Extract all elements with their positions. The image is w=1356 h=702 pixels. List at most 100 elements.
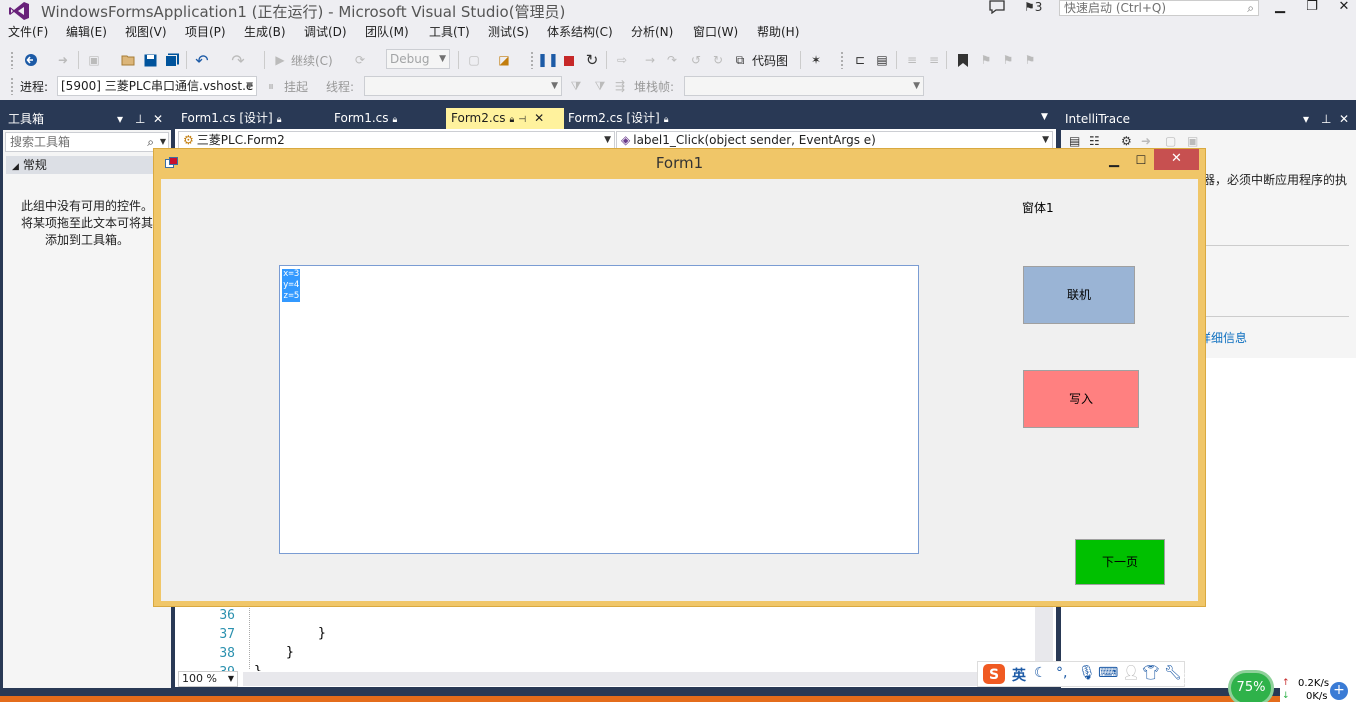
output-textbox[interactable]: x=3 y=4 z=5 [279,265,919,554]
restart-icon[interactable]: ↻ [584,51,600,69]
menu-build[interactable]: 生成(B) [244,23,286,40]
pause-icon[interactable]: ❚❚ [537,51,559,69]
menu-analyze[interactable]: 分析(N) [631,23,673,40]
filter-clear-icon[interactable]: ⧩ [592,77,608,95]
undo-icon[interactable]: ↶ [194,51,210,70]
refresh-icon[interactable]: ⟳ [352,51,368,69]
vertical-scrollbar[interactable] [1035,599,1053,669]
horizontal-scrollbar[interactable] [243,672,1033,686]
save-icon[interactable] [142,51,158,69]
pin-icon[interactable]: ⊥ [135,108,145,130]
open-file-icon[interactable] [120,51,136,69]
chevron-down-icon[interactable]: ▾ [117,108,123,130]
notification-icon[interactable] [988,0,1006,14]
menu-window[interactable]: 窗口(W) [693,23,738,40]
continue-icon[interactable]: ▶ [273,51,287,69]
next-page-button[interactable]: 下一页 [1075,539,1165,585]
open-icon[interactable]: ▢ [1165,134,1176,148]
stack-frame-combo[interactable]: ▼ [684,76,924,96]
form-app-icon[interactable] [165,157,178,169]
process-combo[interactable]: [5900] 三菱PLC串口通信.vshost.e ▼ [57,76,257,96]
prev-bookmark-icon[interactable]: ⚑ [978,51,994,69]
save-all-icon[interactable] [164,51,180,69]
next-bookmark-icon[interactable]: ⚑ [1000,51,1016,69]
filter-icon[interactable]: ⧩ [568,77,584,95]
user-icon[interactable]: 👤︎ [1122,665,1140,681]
toolbar-grip[interactable] [10,77,14,95]
network-monitor-ball[interactable]: 75% [1228,670,1274,702]
find-icon[interactable]: ▢ [466,51,482,69]
close-icon[interactable]: ✕ [1339,108,1349,130]
bookmark-icon[interactable] [956,51,970,69]
keyboard-icon[interactable]: ⌨ [1098,665,1118,681]
zoom-combo[interactable]: 100 % ▼ [178,671,238,687]
microphone-icon[interactable]: 🎙︎ [1078,665,1096,681]
code-map-icon[interactable]: ⧉ [732,51,748,69]
menu-debug[interactable]: 调试(D) [304,23,347,40]
tab-form1-code[interactable]: Form1.cs 🔒︎ [329,108,445,129]
list-icon[interactable]: ▤ [1069,134,1080,148]
step-out-icon[interactable]: ↺ [688,51,704,69]
thread-combo[interactable]: ▼ [364,76,562,96]
quick-launch-input[interactable]: 快速启动 (Ctrl+Q) ⌕ [1059,0,1259,16]
menu-architecture[interactable]: 体系结构(C) [547,23,613,40]
forward-icon[interactable]: ➜ [1141,134,1151,148]
continue-button[interactable]: 继续(C) [291,51,333,69]
flag-threads-icon[interactable]: ⇶ [612,77,628,95]
punctuation-icon[interactable]: °, [1056,665,1067,681]
sogou-logo-icon[interactable]: S [982,663,1006,685]
details-link[interactable]: 详细信息 [1199,329,1247,346]
form-close-button[interactable]: ✕ [1154,149,1199,170]
tab-form2-code[interactable]: Form2.cs 🔒︎ ⊣ ✕ [446,108,564,129]
redo-icon[interactable]: ↷ [230,51,246,70]
write-button[interactable]: 写入 [1023,370,1139,428]
close-icon[interactable]: ✕ [534,111,544,125]
form-minimize-button[interactable]: ▁ [1104,153,1124,173]
toolbox-group-general[interactable]: ◢ 常规 [6,156,170,174]
step-over-icon[interactable]: ↷ [664,51,680,69]
configuration-combo[interactable]: Debug ▼ [386,49,450,69]
close-button[interactable]: ✕ [1334,0,1354,16]
menu-view[interactable]: 视图(V) [125,23,167,40]
skin-icon[interactable]: 👕︎ [1142,665,1160,681]
restore-button[interactable]: ❐ [1302,0,1322,16]
pin-icon[interactable]: ⊥ [1321,108,1331,130]
step-into-icon[interactable]: → [642,51,658,69]
menu-test[interactable]: 测试(S) [488,23,529,40]
back-icon[interactable] [20,51,42,69]
menu-tools[interactable]: 工具(T) [429,23,470,40]
member-navigation-combo[interactable]: ◈ label1_Click(object sender, EventArgs e… [616,131,1053,149]
toolbar-grip[interactable] [10,51,14,69]
forward-icon[interactable]: ➜ [55,51,71,69]
grouped-list-icon[interactable]: ☷ [1089,134,1100,148]
tab-form2-design[interactable]: Form2.cs [设计] 🔒︎ [563,108,713,129]
save-icon[interactable]: ▣ [1187,134,1198,148]
code-map-button[interactable]: 代码图 [752,51,788,69]
show-next-statement-icon[interactable]: ⇨ [614,51,630,69]
comment-icon[interactable]: ≡ [904,51,920,69]
tab-form1-design[interactable]: Form1.cs [设计] 🔒︎ [176,108,326,129]
menu-help[interactable]: 帮助(H) [757,23,799,40]
class-navigation-combo[interactable]: ⚙ 三菱PLC.Form2 ▼ [178,131,615,149]
align-icon[interactable]: ▤ [874,51,890,69]
solution-explorer-tab[interactable]: 资源管理 [1183,670,1231,687]
suspend-icon[interactable]: ⏸ [264,77,278,95]
exception-settings-icon[interactable]: ✶ [808,51,824,69]
chevron-down-icon[interactable]: ▼ [1041,112,1048,122]
feedback-flag[interactable]: ⚑3 [1024,0,1042,14]
new-project-icon[interactable]: ▣ [86,51,102,69]
solution-icon[interactable]: ◪ [496,51,512,69]
ime-language[interactable]: 英 [1012,665,1026,685]
connect-button[interactable]: 联机 [1023,266,1135,324]
stop-icon[interactable] [563,52,575,70]
suspend-button[interactable]: 挂起 [284,77,308,95]
moon-icon[interactable]: ☾ [1034,665,1047,681]
pin-icon[interactable]: ⊣ [518,115,526,125]
form-maximize-button[interactable]: ☐ [1130,153,1152,173]
clear-bookmarks-icon[interactable]: ⚑ [1022,51,1038,69]
menu-file[interactable]: 文件(F) [8,23,48,40]
gear-icon[interactable]: ⚙ [1121,134,1132,148]
minimize-button[interactable]: ▁ [1270,0,1290,16]
step-back-icon[interactable]: ↻ [710,51,726,69]
chevron-down-icon[interactable]: ▾ [1303,108,1309,130]
